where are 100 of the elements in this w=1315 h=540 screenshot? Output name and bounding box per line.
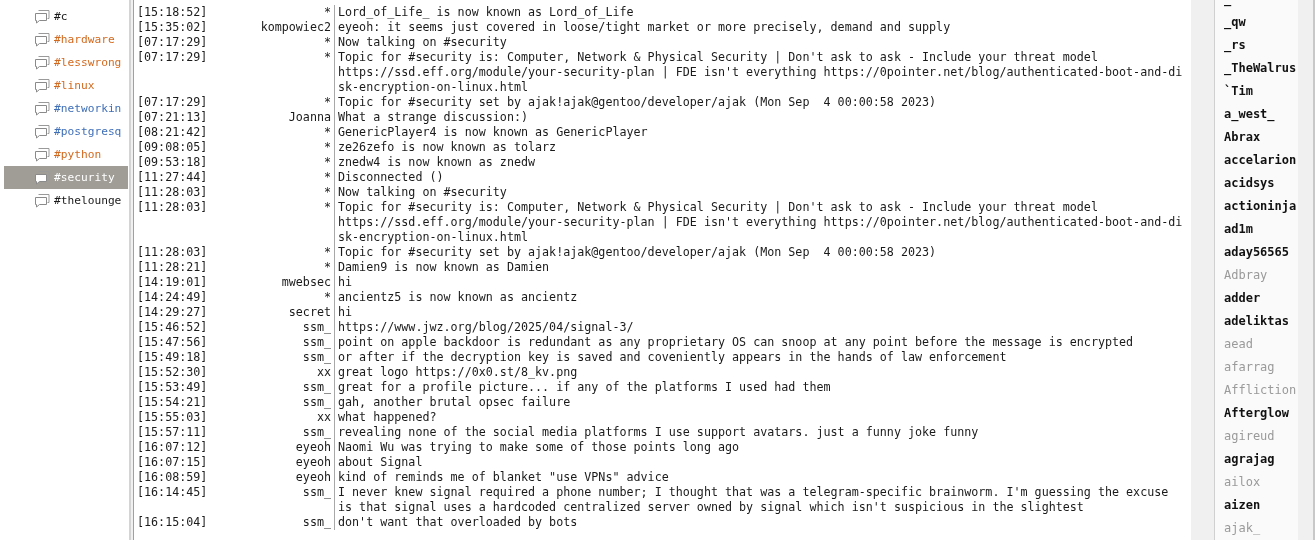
timestamp: [08:21:42]	[137, 125, 208, 139]
timestamp: [15:52:30]	[137, 365, 208, 379]
timestamp: [16:07:12]	[137, 440, 208, 454]
timestamp: [07:21:13]	[137, 110, 208, 124]
channel-item[interactable]: #linux	[4, 74, 128, 97]
user-nick[interactable]: adder	[1224, 287, 1298, 310]
user-nick[interactable]: adeliktas	[1224, 310, 1298, 333]
timestamp: [11:28:03]	[137, 185, 208, 199]
user-nick[interactable]: acidsys	[1224, 172, 1298, 195]
user-nick[interactable]: _rs	[1224, 34, 1298, 57]
channel-name: #networkin	[54, 102, 122, 115]
user-nick[interactable]: accelarion	[1224, 149, 1298, 172]
user-nick[interactable]: _	[1224, 0, 1298, 11]
timestamp: [16:14:45]	[137, 485, 208, 499]
message-text: don't want that overloaded by bots	[338, 515, 578, 529]
nickname: ssm_	[302, 425, 331, 439]
timestamp: [14:19:01]	[137, 275, 208, 289]
message-text: eyeoh: it seems just covered in loose/tight market or more precisely, demand and supply	[338, 20, 951, 34]
user-nick[interactable]: _qw	[1224, 11, 1298, 34]
nickname: *	[323, 260, 331, 274]
nickname: *	[323, 185, 331, 199]
message-text: What a strange discussion:)	[338, 110, 528, 124]
nickname: *	[323, 35, 331, 49]
timestamp: [15:47:56]	[137, 335, 208, 349]
message-text: https://www.jwz.org/blog/2025/04/signal-3/	[338, 320, 634, 334]
channel-item[interactable]: #thelounge	[4, 189, 128, 212]
message-text: about Signal	[338, 455, 423, 469]
nickname: secret	[288, 305, 331, 319]
message-text: Lord_of_Life_ is now known as Lord_of_Life	[338, 5, 634, 19]
message-text: Disconnected ()	[338, 170, 444, 184]
channel-name: #lesswrong	[54, 56, 122, 69]
user-nick[interactable]: a_west_	[1224, 103, 1298, 126]
timestamp: [07:17:29]	[137, 35, 208, 49]
timestamp: [09:08:05]	[137, 140, 208, 154]
chat-bubble-icon	[34, 193, 51, 208]
user-nick[interactable]: ad1m	[1224, 218, 1298, 241]
channel-name: #c	[54, 10, 68, 23]
message-text: kind of reminds me of blanket "use VPNs" advice	[338, 470, 669, 484]
nickname: *	[323, 245, 331, 259]
chat-bubble-icon	[34, 32, 51, 47]
timestamp: [14:29:27]	[137, 305, 208, 319]
chat-bubble-icon	[34, 124, 51, 139]
timestamp: [11:27:44]	[137, 170, 208, 184]
user-nick[interactable]: Abrax	[1224, 126, 1298, 149]
user-nick[interactable]: `Tim	[1224, 80, 1298, 103]
timestamp: [11:28:03]	[137, 200, 208, 214]
user-nick[interactable]: _TheWalrus	[1224, 57, 1298, 80]
timestamp: [15:49:18]	[137, 350, 208, 364]
chat-bubble-icon	[34, 170, 51, 185]
user-nick[interactable]: actioninja	[1224, 195, 1298, 218]
nickname: *	[323, 290, 331, 304]
user-nick[interactable]: aday56565	[1224, 241, 1298, 264]
channel-name: #postgresq	[54, 125, 122, 138]
user-nick[interactable]: agrajag	[1224, 448, 1298, 471]
nickname: eyeoh	[295, 440, 331, 454]
message-text: GenericPlayer4 is now known as GenericPlayer	[338, 125, 648, 139]
channel-name: #security	[54, 171, 115, 184]
timestamp: [16:08:59]	[137, 470, 208, 484]
timestamp: [07:17:29]	[137, 95, 208, 109]
message-text: revealing none of the social media platforms I use support avatars. just a funny joke funny	[338, 425, 979, 439]
user-nick[interactable]: aizen	[1224, 494, 1298, 517]
nickname: ssm_	[302, 350, 331, 364]
message-text: hi	[338, 275, 353, 289]
channel-name: #linux	[54, 79, 95, 92]
channel-item[interactable]: #networkin	[4, 97, 128, 120]
nickname: mwebsec	[281, 275, 331, 289]
nickname: kompowiec2	[260, 20, 331, 34]
chat-bubble-icon	[34, 55, 51, 70]
message-text: Topic for #security is: Computer, Network & Physical Security | Don't ask to ask - Include your threat model https://ssd.eff.org/module/your-security-plan | FDE isn't everything https://0pointer.net/blog/authenticated-boot-and-di sk-encryption-on-linux.html	[338, 50, 1183, 94]
timestamp: [15:55:03]	[137, 410, 208, 424]
nickname: *	[323, 125, 331, 139]
channel-item[interactable]: #lesswrong	[4, 51, 128, 74]
channel-item[interactable]: #python	[4, 143, 128, 166]
message-text: Now talking on #security	[338, 35, 507, 49]
channel-name: #python	[54, 148, 102, 161]
nickname: *	[323, 155, 331, 169]
timestamp: [15:18:52]	[137, 5, 208, 19]
nickname: eyeoh	[295, 455, 331, 469]
timestamp: [16:07:15]	[137, 455, 208, 469]
nickname: *	[323, 170, 331, 184]
channel-item[interactable]: #hardware	[4, 28, 128, 51]
channel-item[interactable]: #postgresq	[4, 120, 128, 143]
nickname: *	[323, 5, 331, 19]
channel-name: #hardware	[54, 33, 115, 46]
timestamp: [15:35:02]	[137, 20, 208, 34]
channel-name: #thelounge	[54, 194, 122, 207]
timestamp: [14:24:49]	[137, 290, 208, 304]
timestamp: [09:53:18]	[137, 155, 208, 169]
user-nick[interactable]: Afterglow	[1224, 402, 1298, 425]
chat-bubble-icon	[34, 101, 51, 116]
message-text: Topic for #security set by ajak!ajak@gentoo/developer/ajak (Mon Sep 4 00:00:58 2023)	[338, 95, 937, 109]
timestamp: [07:17:29]	[137, 50, 208, 64]
message-text: Topic for #security is: Computer, Network & Physical Security | Don't ask to ask - Include your threat model https://ssd.eff.org/module/your-security-plan | FDE isn't everything https://0pointer.net/blog/authenticated-boot-and-di sk-encryption-on-linux.html	[338, 200, 1183, 244]
nickname: Joanna	[288, 110, 331, 124]
timestamp: [15:46:52]	[137, 320, 208, 334]
channel-item[interactable]: #c	[4, 5, 128, 28]
nickname: ssm_	[302, 515, 331, 529]
message-text: hi	[338, 305, 353, 319]
nickname: ssm_	[302, 485, 331, 499]
nickname: *	[323, 50, 331, 64]
